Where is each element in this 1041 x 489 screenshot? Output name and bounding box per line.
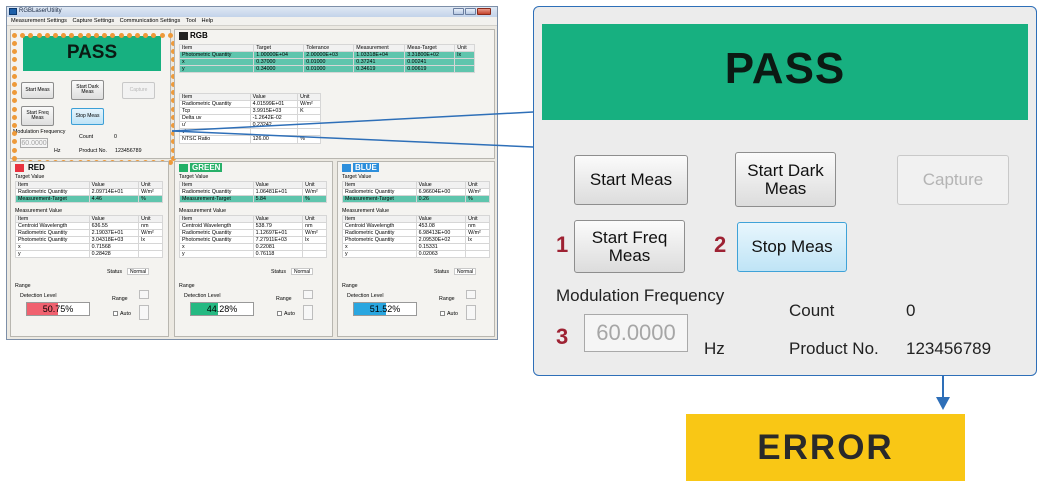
start-dark-meas-button-large[interactable]: Start Dark Meas — [735, 152, 836, 207]
step-number-3: 3 — [556, 324, 569, 349]
count-label-large: Count — [789, 301, 835, 320]
product-no-value-large: 123456789 — [906, 339, 992, 358]
modulation-frequency-label-large: Modulation Frequency — [556, 286, 725, 305]
callout-line-bottom — [171, 130, 534, 148]
step-number-2: 2 — [714, 232, 727, 257]
start-meas-button-large[interactable]: Start Meas — [574, 155, 688, 205]
product-no-label-large: Product No. — [789, 339, 879, 358]
callout-line-top — [171, 111, 534, 132]
error-indicator: ERROR — [686, 414, 965, 481]
frequency-field-large[interactable]: 60.0000 — [584, 314, 688, 352]
arrow-head-icon — [936, 397, 950, 410]
pass-indicator-large: PASS — [542, 24, 1028, 120]
hz-label-large: Hz — [704, 339, 725, 358]
start-freq-meas-button-large[interactable]: Start Freq Meas — [574, 220, 685, 273]
zoomed-control-panel: PASS Start Meas Start Dark Meas Capture … — [533, 6, 1037, 376]
step-number-1: 1 — [556, 232, 569, 257]
capture-button-large[interactable]: Capture — [897, 155, 1009, 205]
count-value-large: 0 — [906, 301, 916, 320]
stop-meas-button-large[interactable]: Stop Meas — [737, 222, 847, 272]
